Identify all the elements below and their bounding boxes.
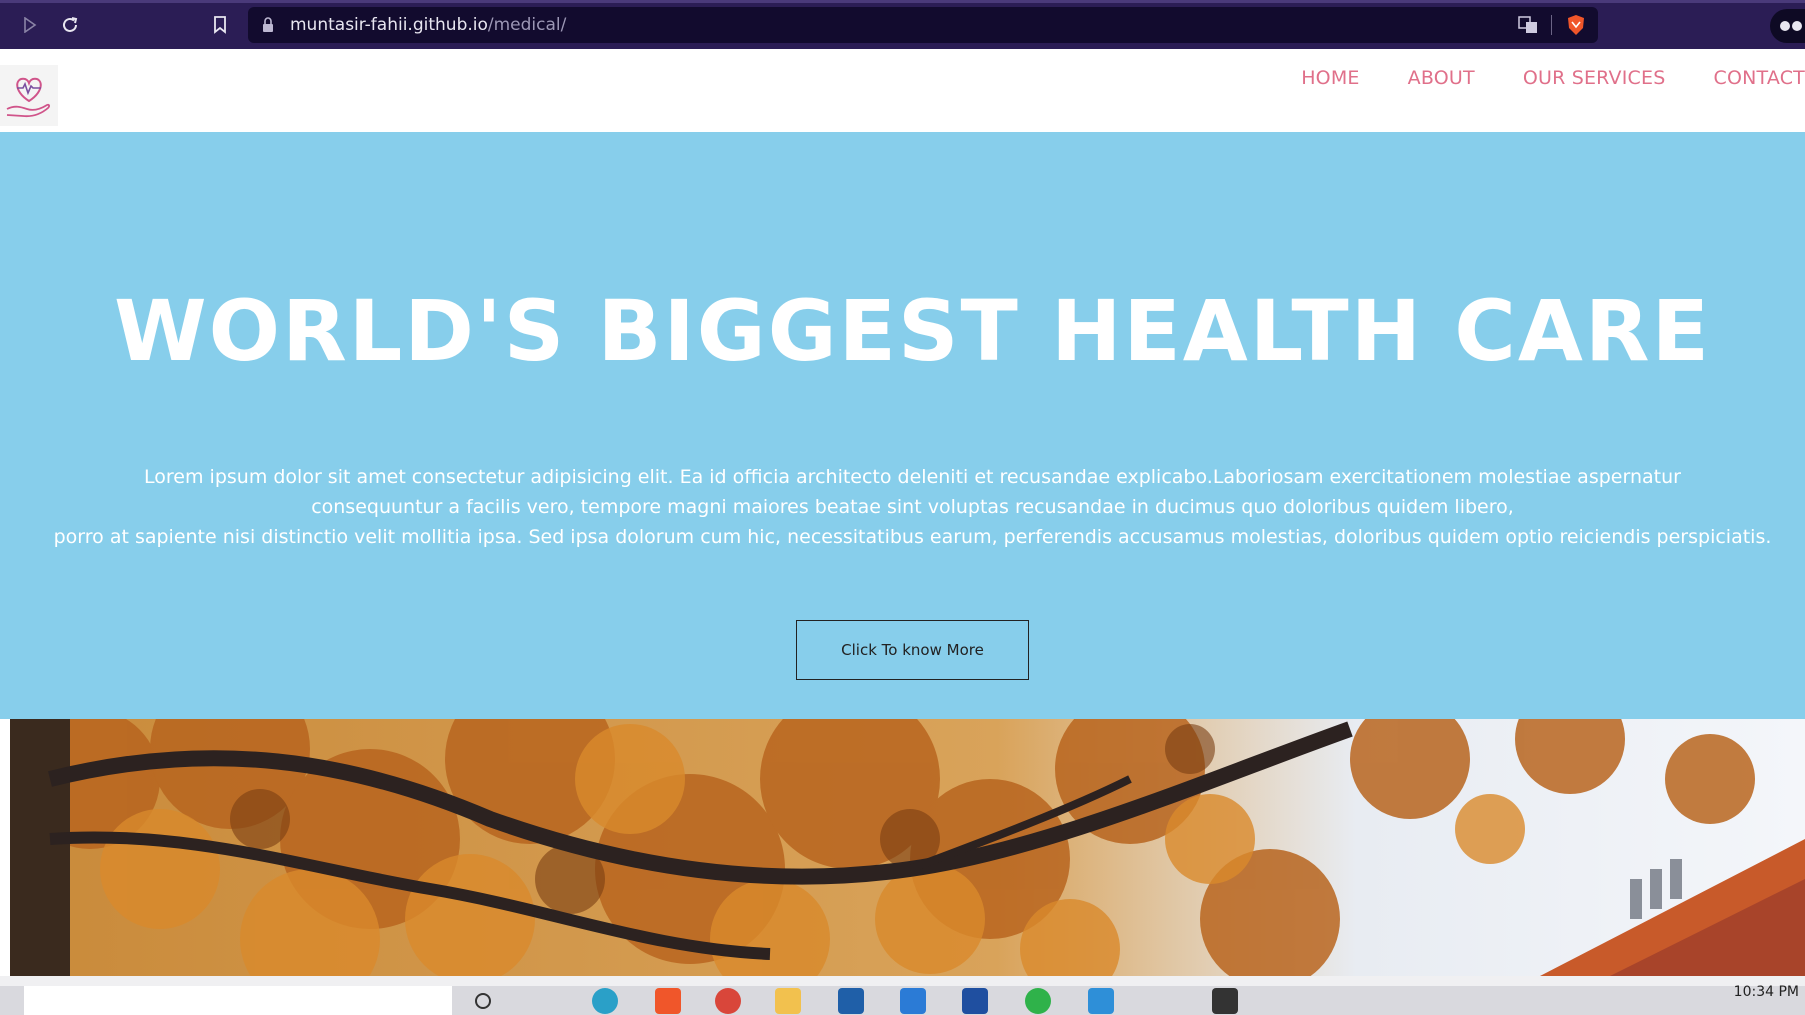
main-menu: HOME ABOUT OUR SERVICES CONTACT bbox=[1253, 67, 1805, 89]
chrome-icon[interactable] bbox=[715, 988, 741, 1014]
hero-description: Lorem ipsum dolor sit amet consectetur a… bbox=[0, 462, 1805, 552]
store-icon[interactable] bbox=[1088, 988, 1114, 1014]
autumn-tree-photo bbox=[10, 719, 1805, 976]
taskbar-clock[interactable]: 10:34 PM bbox=[1734, 984, 1799, 1000]
address-bar[interactable]: muntasir-fahii.github.io/medical/ bbox=[248, 7, 1598, 43]
menu-item-home[interactable]: HOME bbox=[1301, 67, 1359, 89]
hero-section: WORLD'S BIGGEST HEALTH CARE Lorem ipsum … bbox=[0, 132, 1805, 719]
brave-taskbar-icon[interactable] bbox=[655, 988, 681, 1014]
hero-title: WORLD'S BIGGEST HEALTH CARE bbox=[114, 282, 1711, 380]
reload-icon[interactable] bbox=[57, 12, 83, 38]
taskbar-search-input[interactable] bbox=[24, 986, 452, 1015]
forward-icon[interactable] bbox=[17, 12, 43, 38]
terminal-icon[interactable] bbox=[1212, 988, 1238, 1014]
task-view-icon[interactable] bbox=[470, 988, 496, 1014]
translate-icon[interactable] bbox=[1518, 15, 1538, 35]
brave-shield-icon[interactable] bbox=[1566, 14, 1586, 36]
browser-toolbar: muntasir-fahii.github.io/medical/ bbox=[0, 0, 1805, 49]
hero-text-line: porro at sapiente nisi distinctio velit … bbox=[53, 526, 1772, 548]
site-header: HOME ABOUT OUR SERVICES CONTACT bbox=[0, 49, 1805, 132]
app-icon[interactable] bbox=[838, 988, 864, 1014]
menu-item-contact[interactable]: CONTACT bbox=[1713, 67, 1805, 89]
profile-pill[interactable] bbox=[1770, 9, 1805, 43]
url-text: muntasir-fahii.github.io/medical/ bbox=[290, 15, 567, 35]
whatsapp-icon[interactable] bbox=[1025, 988, 1051, 1014]
toolbar-divider bbox=[1551, 15, 1552, 35]
vscode-icon[interactable] bbox=[900, 988, 926, 1014]
word-icon[interactable] bbox=[962, 988, 988, 1014]
folder-icon[interactable] bbox=[775, 988, 801, 1014]
lock-icon bbox=[263, 17, 273, 32]
know-more-button[interactable]: Click To know More bbox=[796, 620, 1029, 680]
os-taskbar: 10:34 PM bbox=[0, 976, 1805, 1015]
hero-text-line: Lorem ipsum dolor sit amet consectetur a… bbox=[144, 466, 1681, 488]
hero-text-line: consequuntur a facilis vero, tempore mag… bbox=[311, 496, 1514, 518]
heart-hand-icon bbox=[6, 77, 50, 117]
logo[interactable] bbox=[0, 65, 58, 126]
bookmark-icon[interactable] bbox=[207, 12, 233, 38]
menu-item-about[interactable]: ABOUT bbox=[1408, 67, 1475, 89]
menu-item-services[interactable]: OUR SERVICES bbox=[1523, 67, 1666, 89]
edge-icon[interactable] bbox=[592, 988, 618, 1014]
